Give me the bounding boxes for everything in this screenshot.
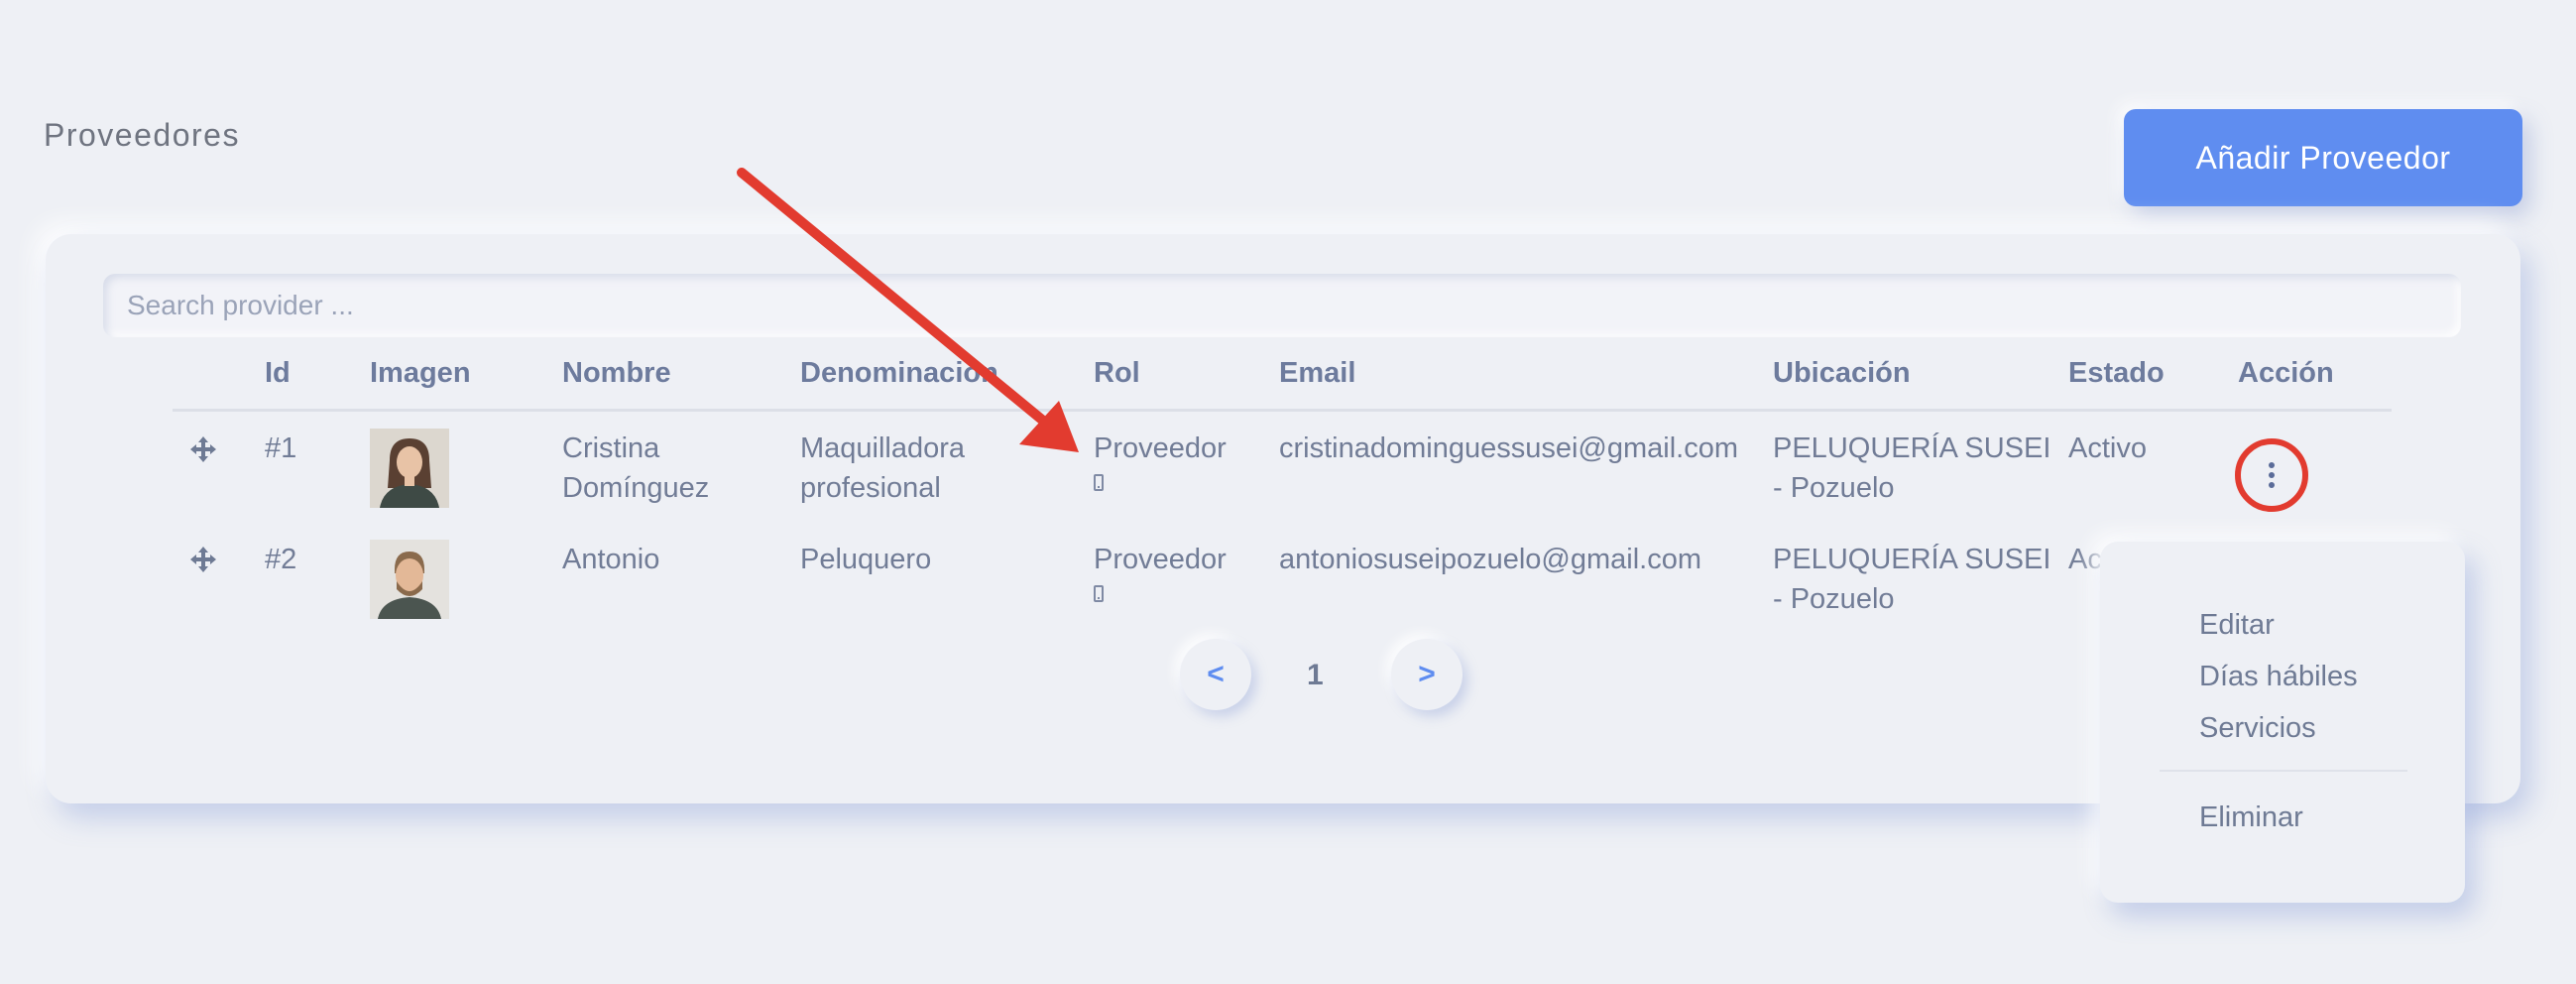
menu-item-delete[interactable]: Eliminar — [2199, 801, 2303, 834]
header-divider — [173, 409, 2392, 412]
row2-denomination: Peluquero — [800, 544, 932, 575]
row2-id: #2 — [265, 544, 297, 575]
row1-action-kebab-button[interactable] — [2235, 438, 2308, 512]
row1-location-line2: - Pozuelo — [1773, 472, 1895, 504]
header-email[interactable]: Email — [1279, 357, 1355, 390]
row1-id: #1 — [265, 432, 297, 464]
action-dropdown-menu: Editar Días hábiles Servicios Eliminar — [2100, 542, 2465, 903]
row2-avatar — [370, 540, 449, 619]
kebab-dot — [2269, 472, 2275, 478]
menu-item-edit[interactable]: Editar — [2199, 609, 2275, 642]
mobile-icon — [1094, 474, 1104, 491]
row1-denomination-line1: Maquilladora — [800, 432, 966, 464]
drag-handle-icon[interactable] — [188, 545, 218, 574]
header-role[interactable]: Rol — [1094, 357, 1140, 390]
drag-handle-icon[interactable] — [188, 434, 218, 464]
header-name[interactable]: Nombre — [562, 357, 671, 390]
menu-divider — [2160, 770, 2407, 772]
row1-role: Proveedor — [1094, 432, 1227, 464]
menu-item-services[interactable]: Servicios — [2199, 712, 2316, 745]
pagination-next-button[interactable]: > — [1391, 639, 1463, 710]
row2-status: Ac — [2068, 544, 2102, 575]
pagination-prev-button[interactable]: < — [1180, 639, 1251, 710]
row1-name-line1: Cristina — [562, 432, 660, 464]
header-denomination[interactable]: Denominación — [800, 357, 998, 390]
row2-name: Antonio — [562, 544, 660, 575]
row1-denomination-line2: profesional — [800, 472, 941, 504]
kebab-dot — [2269, 462, 2275, 468]
row1-avatar — [370, 429, 449, 508]
menu-item-working-days[interactable]: Días hábiles — [2199, 661, 2358, 693]
row1-status: Activo — [2068, 432, 2147, 464]
add-provider-button[interactable]: Añadir Proveedor — [2124, 109, 2522, 206]
row2-location-line1: PELUQUERÍA SUSEI — [1773, 544, 2051, 575]
row2-email: antoniosuseipozuelo@gmail.com — [1279, 544, 1702, 575]
row1-name-line2: Domínguez — [562, 472, 710, 504]
pagination-page-number[interactable]: 1 — [1307, 659, 1324, 692]
mobile-icon — [1094, 585, 1104, 602]
header-status[interactable]: Estado — [2068, 357, 2165, 390]
row1-location-line1: PELUQUERÍA SUSEI — [1773, 432, 2051, 464]
page-title: Proveedores — [44, 117, 240, 153]
search-input[interactable] — [103, 274, 2461, 337]
row2-role: Proveedor — [1094, 544, 1227, 575]
header-image[interactable]: Imagen — [370, 357, 471, 390]
row1-email: cristinadominguessusei@gmail.com — [1279, 432, 1739, 464]
header-id[interactable]: Id — [265, 357, 291, 390]
header-location[interactable]: Ubicación — [1773, 357, 1911, 390]
row2-location-line2: - Pozuelo — [1773, 583, 1895, 615]
kebab-dot — [2269, 482, 2275, 488]
header-action: Acción — [2238, 357, 2334, 389]
